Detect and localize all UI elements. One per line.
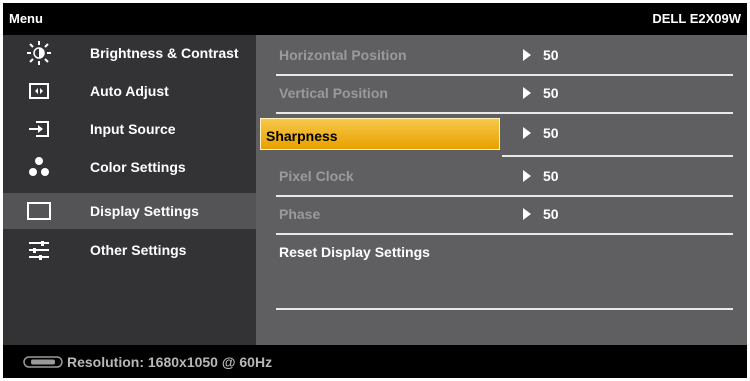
row-value: 50 xyxy=(543,85,559,101)
sidebar-item-label: Other Settings xyxy=(90,242,187,258)
arrow-right-icon xyxy=(523,49,531,61)
sidebar-item-label: Brightness & Contrast xyxy=(90,45,239,61)
sidebar-item-input-source[interactable]: Input Source xyxy=(3,111,256,147)
brightness-icon xyxy=(27,41,51,65)
resolution-text: Resolution: 1680x1050 @ 60Hz xyxy=(67,354,273,370)
arrow-right-icon xyxy=(523,170,531,182)
row-label: Phase xyxy=(279,206,321,222)
menu-title: Menu xyxy=(9,11,43,26)
menu-row-pixel-clock[interactable]: Pixel Clock 50 xyxy=(256,158,747,194)
menu-row-reset-display-settings[interactable]: Reset Display Settings xyxy=(256,234,747,270)
color-settings-icon xyxy=(27,155,51,179)
row-value: 50 xyxy=(543,47,559,63)
sidebar-item-color-settings[interactable]: Color Settings xyxy=(3,149,256,185)
row-label: Pixel Clock xyxy=(279,168,354,184)
divider xyxy=(502,155,733,157)
row-label: Vertical Position xyxy=(279,85,388,101)
row-value: 50 xyxy=(543,125,559,141)
sidebar: Brightness & Contrast Auto Adjust Input … xyxy=(3,35,256,345)
row-value: 50 xyxy=(543,206,559,222)
sidebar-item-label: Display Settings xyxy=(90,203,199,219)
vga-connector-icon xyxy=(23,356,63,368)
row-label: Horizontal Position xyxy=(279,47,407,63)
other-settings-icon xyxy=(27,238,51,262)
sidebar-item-label: Color Settings xyxy=(90,159,186,175)
divider xyxy=(276,308,733,310)
arrow-right-icon xyxy=(523,87,531,99)
selection-highlight: Sharpness xyxy=(260,118,500,150)
divider xyxy=(276,112,733,114)
row-label: Sharpness xyxy=(266,128,338,144)
menu-row-vertical-position[interactable]: Vertical Position 50 xyxy=(256,75,747,111)
sidebar-item-auto-adjust[interactable]: Auto Adjust xyxy=(3,73,256,109)
sidebar-item-label: Input Source xyxy=(90,121,176,137)
sidebar-item-other-settings[interactable]: Other Settings xyxy=(3,232,256,268)
menu-row-sharpness[interactable]: Sharpness 50 xyxy=(256,115,747,151)
osd-window: Menu DELL E2X09W Brightness & Contrast A… xyxy=(3,3,747,378)
sidebar-item-brightness-contrast[interactable]: Brightness & Contrast xyxy=(3,35,256,71)
input-source-icon xyxy=(27,117,51,141)
sidebar-item-display-settings[interactable]: Display Settings xyxy=(3,193,256,229)
row-value: 50 xyxy=(543,168,559,184)
sidebar-item-label: Auto Adjust xyxy=(90,83,169,99)
row-label: Reset Display Settings xyxy=(279,244,430,260)
monitor-model: DELL E2X09W xyxy=(652,11,741,26)
menu-header: Menu DELL E2X09W xyxy=(3,3,747,33)
status-bar: Resolution: 1680x1050 @ 60Hz xyxy=(3,345,747,378)
arrow-right-icon xyxy=(523,127,531,139)
menu-row-phase[interactable]: Phase 50 xyxy=(256,196,747,232)
submenu-panel: Horizontal Position 50 Vertical Position… xyxy=(256,35,747,345)
display-settings-icon xyxy=(27,199,51,223)
auto-adjust-icon xyxy=(27,79,51,103)
menu-row-horizontal-position[interactable]: Horizontal Position 50 xyxy=(256,37,747,73)
arrow-right-icon xyxy=(523,208,531,220)
